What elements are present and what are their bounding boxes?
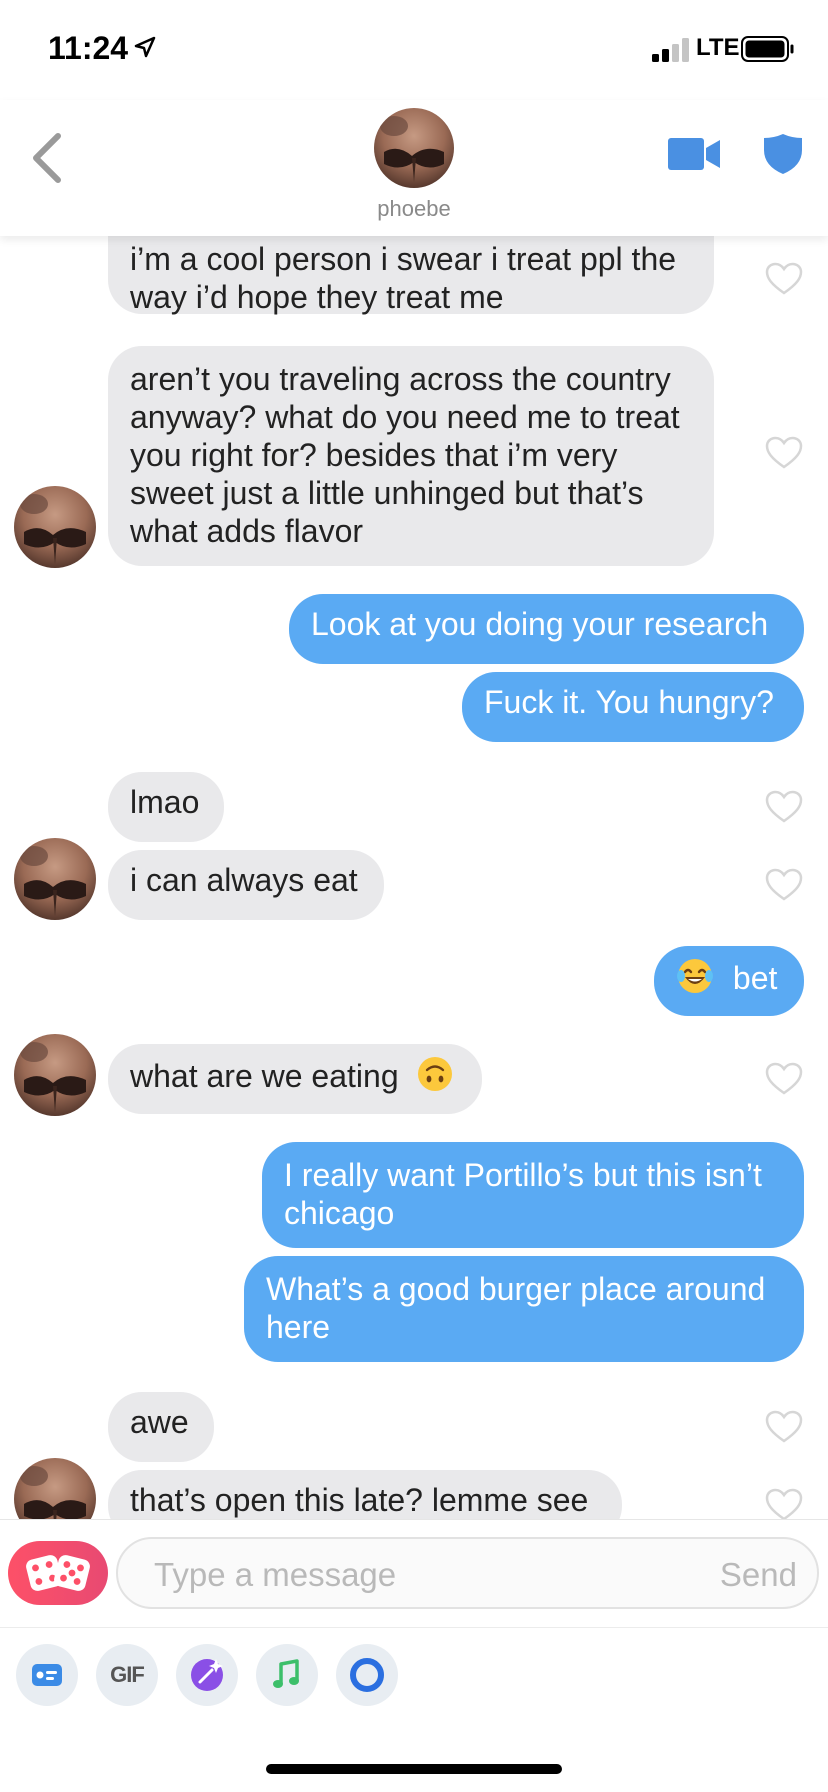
outgoing-message[interactable]: What’s a good burger place around here xyxy=(244,1256,804,1362)
card-button[interactable] xyxy=(16,1644,78,1706)
gif-icon: GIF xyxy=(110,1662,145,1687)
message-placeholder: Type a message xyxy=(154,1556,397,1593)
back-chevron-icon[interactable] xyxy=(26,130,66,186)
message-list[interactable]: i’m a cool person i swear i treat ppl th… xyxy=(0,236,828,1519)
clock: 11:24 xyxy=(48,30,129,66)
message-text: Fuck it. You hungry? xyxy=(484,684,774,720)
like-heart-icon[interactable] xyxy=(765,262,803,296)
message-text: i’m a cool person i swear i treat ppl th… xyxy=(130,241,677,315)
dice-game-button[interactable] xyxy=(8,1541,108,1605)
outgoing-message[interactable]: bet xyxy=(654,946,804,1016)
contact-name[interactable]: phoebe xyxy=(0,196,828,222)
message-text: Look at you doing your research xyxy=(311,606,769,642)
chat-header: phoebe xyxy=(0,100,828,236)
like-heart-icon[interactable] xyxy=(765,868,803,902)
message-composer: Type a message Send xyxy=(0,1519,828,1628)
sticker-icon xyxy=(191,1659,223,1691)
message-text: I really want Portillo’s but this isn’t … xyxy=(284,1157,762,1231)
like-heart-icon[interactable] xyxy=(765,436,803,470)
gif-button[interactable]: GIF xyxy=(96,1644,158,1706)
like-heart-icon[interactable] xyxy=(765,1410,803,1444)
outgoing-message[interactable]: Look at you doing your research xyxy=(289,594,804,664)
incoming-message[interactable]: what are we eating xyxy=(108,1044,482,1114)
message-text: i can always eat xyxy=(130,862,358,898)
dice-icon xyxy=(26,1555,90,1591)
message-text: aren’t you traveling across the country … xyxy=(130,361,680,549)
loop-icon xyxy=(350,1658,384,1692)
contact-avatar[interactable] xyxy=(374,108,454,188)
incoming-message[interactable]: awe xyxy=(108,1392,214,1462)
outgoing-message[interactable]: Fuck it. You hungry? xyxy=(462,672,804,742)
card-icon xyxy=(32,1664,62,1686)
safety-shield-icon[interactable] xyxy=(762,132,804,176)
send-button[interactable]: Send xyxy=(720,1556,797,1594)
contact-avatar[interactable] xyxy=(14,1034,96,1116)
attachment-toolbar: GIF xyxy=(0,1644,828,1706)
sticker-button[interactable] xyxy=(176,1644,238,1706)
like-heart-icon[interactable] xyxy=(765,1488,803,1519)
signal-strength-icon xyxy=(652,38,689,62)
incoming-message[interactable]: that’s open this late? lemme see xyxy=(108,1470,622,1519)
upside-down-face-emoji xyxy=(417,1057,452,1091)
video-call-icon[interactable] xyxy=(668,136,722,172)
message-text: that’s open this late? lemme see xyxy=(130,1482,589,1518)
status-bar: 11:24 LTE xyxy=(0,0,828,100)
contact-avatar[interactable] xyxy=(14,486,96,568)
network-type: LTE xyxy=(696,34,740,61)
music-button[interactable] xyxy=(256,1644,318,1706)
message-text: What’s a good burger place around here xyxy=(266,1271,766,1345)
like-heart-icon[interactable] xyxy=(765,1062,803,1096)
battery-icon xyxy=(741,36,794,62)
contact-avatar[interactable] xyxy=(14,838,96,920)
message-input[interactable]: Type a message Send xyxy=(116,1537,819,1609)
incoming-message[interactable]: i’m a cool person i swear i treat ppl th… xyxy=(108,236,714,315)
incoming-message[interactable]: i can always eat xyxy=(108,850,384,920)
incoming-message[interactable]: aren’t you traveling across the country … xyxy=(108,346,714,566)
message-text: bet xyxy=(732,960,778,996)
loop-button[interactable] xyxy=(336,1644,398,1706)
location-arrow-icon xyxy=(134,36,156,58)
outgoing-message[interactable]: I really want Portillo’s but this isn’t … xyxy=(262,1142,804,1248)
home-indicator xyxy=(266,1764,562,1774)
music-icon xyxy=(273,1659,299,1688)
contact-avatar[interactable] xyxy=(14,1458,96,1519)
incoming-message[interactable]: lmao xyxy=(108,772,224,842)
divider xyxy=(0,1627,828,1628)
message-text: lmao xyxy=(130,784,200,820)
like-heart-icon[interactable] xyxy=(765,790,803,824)
tears-of-joy-emoji xyxy=(677,959,713,993)
message-text: what are we eating xyxy=(130,1058,399,1094)
message-text: awe xyxy=(130,1404,189,1440)
